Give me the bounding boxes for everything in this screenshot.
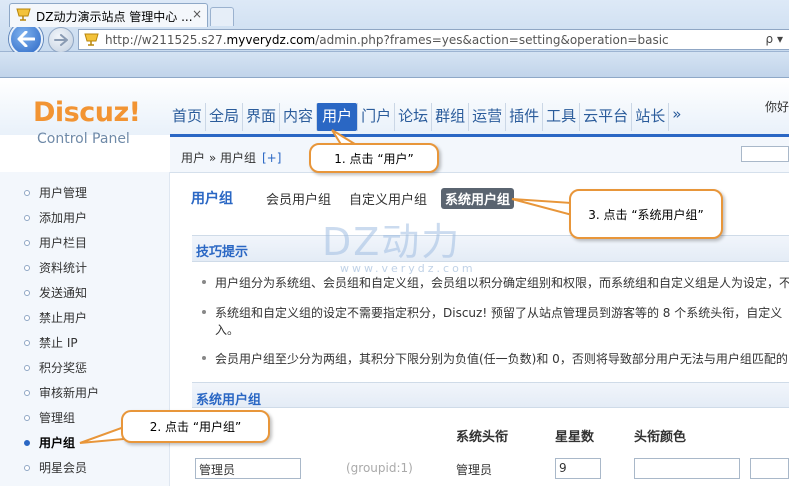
tab-strip (0, 52, 789, 78)
group-id: (groupid:1) (346, 461, 413, 475)
sidebar-item-user-manage[interactable]: 用户管理 (24, 184, 87, 201)
nav-global[interactable]: 全局 (205, 103, 242, 131)
address-url: http://w211525.s27.myverydz.com/admin.ph… (105, 33, 669, 47)
subtabs: 会员用户组 自定义用户组 系统用户组 (262, 188, 515, 209)
nav-group[interactable]: 群组 (431, 103, 468, 131)
add-button[interactable]: [+] (262, 151, 281, 165)
search-icon[interactable]: ρ ▾ (766, 32, 783, 46)
sidebar-item-send-notice[interactable]: 发送通知 (24, 284, 87, 301)
bullet-icon (24, 339, 30, 346)
browser-tab[interactable]: DZ动力演示站点 管理中心 ... × (9, 3, 208, 27)
bullet-icon (24, 264, 30, 271)
bullet-icon (24, 439, 30, 446)
nav-more[interactable]: » (668, 103, 684, 131)
stars-input[interactable]: 9 (555, 458, 601, 479)
bullet-icon (24, 214, 30, 221)
system-groups-title: 系统用户组 (196, 393, 262, 408)
tip-text: 会员用户组至少分为两组，其积分下限分别为负值(任一负数)和 0，否则将导致部分用… (215, 352, 788, 366)
tip-text: 入。 (215, 323, 240, 337)
nav-user[interactable]: 用户 (316, 103, 358, 131)
tab-system-groups[interactable]: 系统用户组 (441, 188, 515, 209)
title-color-input[interactable] (634, 458, 740, 479)
callout-step2: 2. 点击 “用户组” (121, 410, 270, 443)
logo: Discuz! (33, 97, 141, 128)
site-favicon-icon (16, 8, 31, 21)
bullet-icon (202, 280, 206, 284)
nav-cloud[interactable]: 云平台 (579, 103, 631, 131)
logo-subtitle: Control Panel (37, 131, 130, 147)
tip-text: 系统组和自定义组的设定不需要指定积分，Discuz! 预留了从站点管理员到游客等… (215, 306, 783, 320)
breadcrumb: 用户 » 用户组 [+] (181, 149, 281, 166)
extra-input[interactable] (750, 458, 789, 479)
nav-interface[interactable]: 界面 (242, 103, 279, 131)
sidebar-item-ban-ip[interactable]: 禁止 IP (24, 334, 78, 351)
group-name-input[interactable]: 管理员 (195, 458, 301, 479)
arrow-left-icon (17, 31, 35, 47)
bullet-icon (24, 314, 30, 321)
main-nav: 首页 全局 界面 内容 用户 门户 论坛 群组 运营 插件 工具 云平台 站长 … (169, 103, 684, 131)
system-groups-header (192, 382, 789, 408)
bullet-icon (24, 289, 30, 296)
bullet-icon (24, 364, 30, 371)
tips-header (192, 235, 789, 262)
bullet-icon (202, 356, 206, 360)
sidebar-item-review-users[interactable]: 审核新用户 (24, 384, 99, 401)
sidebar-item-star-members[interactable]: 明星会员 (24, 459, 87, 476)
nav-content[interactable]: 内容 (279, 103, 316, 131)
tips-title: 技巧提示 (196, 245, 249, 260)
tab-custom-groups[interactable]: 自定义用户组 (345, 188, 431, 209)
nav-forum[interactable]: 论坛 (394, 103, 431, 131)
address-bar[interactable]: http://w211525.s27.myverydz.com/admin.ph… (78, 29, 789, 50)
column-header-stars: 星星数 (555, 430, 595, 445)
arrow-right-icon (54, 34, 68, 46)
back-button[interactable] (9, 22, 43, 56)
watermark-url: www.verydz.com (340, 262, 476, 275)
group-title: 管理员 (456, 463, 493, 477)
tab-title: DZ动力演示站点 管理中心 ... (36, 10, 193, 24)
nav-plugin[interactable]: 插件 (505, 103, 542, 131)
sidebar-item-ban-user[interactable]: 禁止用户 (24, 309, 87, 326)
sidebar-item-user-fields[interactable]: 用户栏目 (24, 234, 87, 251)
callout-step1: 1. 点击 “用户” (309, 143, 439, 173)
nav-tools[interactable]: 工具 (542, 103, 579, 131)
bullet-icon (202, 310, 206, 314)
nav-webmaster[interactable]: 站长 (631, 103, 668, 131)
nav-home[interactable]: 首页 (169, 103, 205, 131)
column-header-title: 系统头衔 (456, 430, 509, 445)
forward-button[interactable] (48, 27, 74, 53)
column-header-color: 头衔颜色 (634, 430, 687, 445)
watermark: DZ动力 (322, 220, 462, 264)
site-favicon-icon (84, 33, 99, 46)
quick-search-input[interactable] (741, 146, 789, 162)
bullet-icon (24, 464, 30, 471)
nav-portal[interactable]: 门户 (357, 103, 394, 131)
section-title: 用户组 (191, 191, 233, 207)
callout-pointer (79, 425, 125, 444)
nav-operation[interactable]: 运营 (468, 103, 505, 131)
sidebar-item-admin-group[interactable]: 管理组 (24, 409, 75, 426)
sidebar-item-add-user[interactable]: 添加用户 (24, 209, 87, 226)
breadcrumb-path: 用户 » 用户组 (181, 151, 256, 165)
bullet-icon (24, 414, 30, 421)
new-tab-button[interactable] (210, 7, 234, 26)
tab-member-groups[interactable]: 会员用户组 (262, 188, 335, 209)
bullet-icon (24, 389, 30, 396)
callout-pointer (511, 198, 573, 217)
tip-text: 用户组分为系统组、会员组和自定义组，会员组以积分确定组别和权限，而系统组和自定义… (215, 276, 789, 290)
sidebar-item-user-group[interactable]: 用户组 (24, 434, 75, 451)
callout-step3: 3. 点击 “系统用户组” (569, 189, 723, 239)
greeting-text: 你好 (765, 100, 789, 114)
sidebar-item-profile-stats[interactable]: 资料统计 (24, 259, 87, 276)
sidebar-item-credit-reward[interactable]: 积分奖惩 (24, 359, 87, 376)
bullet-icon (24, 189, 30, 196)
close-icon[interactable]: × (192, 7, 202, 21)
bullet-icon (24, 239, 30, 246)
